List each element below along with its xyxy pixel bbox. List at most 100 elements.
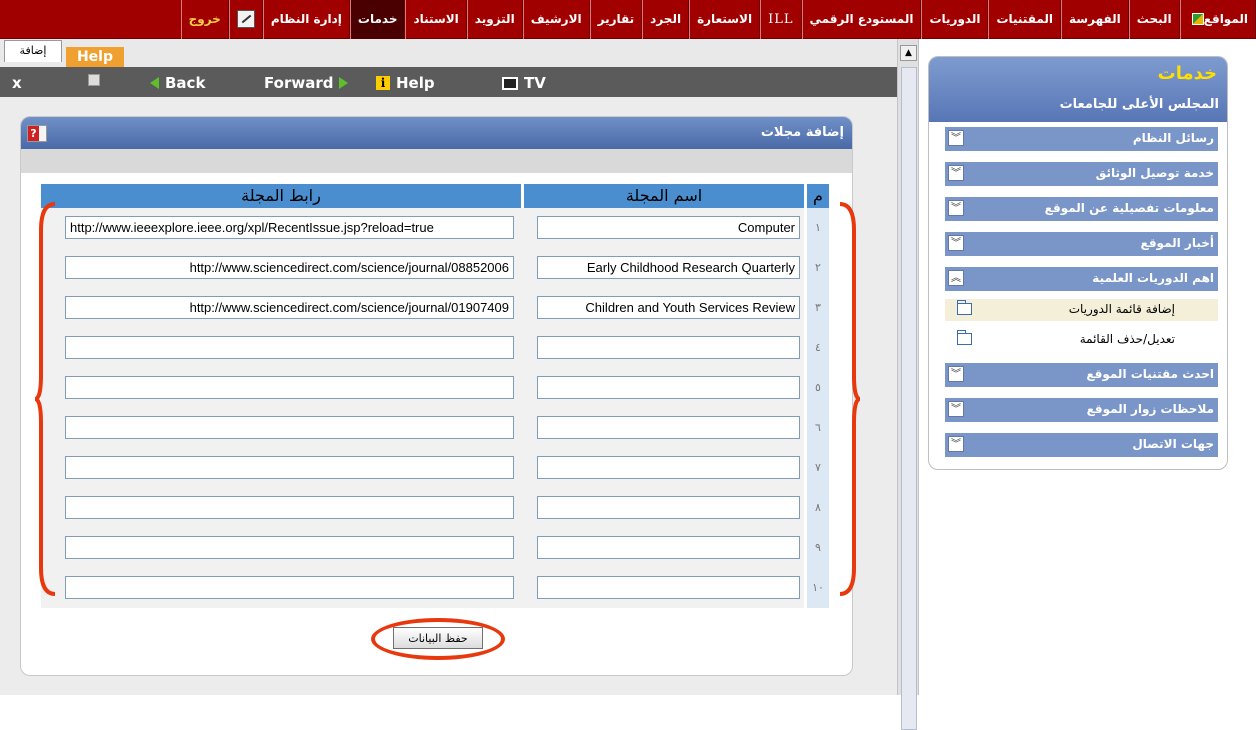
- tab-add[interactable]: إضافة: [4, 40, 62, 62]
- sidebar-section[interactable]: رسائل النظام ︾: [945, 127, 1218, 151]
- journal-url-input[interactable]: [65, 256, 514, 279]
- folder-icon: [957, 330, 972, 345]
- table-row: ٤: [41, 328, 829, 368]
- journal-url-input[interactable]: [65, 536, 514, 559]
- help-button[interactable]: i Help: [376, 74, 435, 92]
- row-number: ٢: [807, 248, 829, 288]
- forward-button[interactable]: Forward: [264, 74, 349, 92]
- sidebar-section[interactable]: ملاحظات زوار الموقع ︾: [945, 398, 1218, 422]
- tv-button[interactable]: TV: [502, 74, 546, 92]
- tab-strip: [0, 39, 897, 67]
- journal-name-input[interactable]: [537, 376, 800, 399]
- scrollbar-thumb[interactable]: [901, 67, 917, 730]
- nav-item-circulation[interactable]: الاستعارة: [689, 0, 761, 39]
- nav-label: الاستناد: [413, 12, 459, 26]
- nav-item-acquisitions[interactable]: المقتنيات: [988, 0, 1062, 39]
- print-button[interactable]: [88, 74, 100, 86]
- nav-item-sites[interactable]: المواقع: [1179, 0, 1256, 39]
- nav-item-exit[interactable]: خروج: [180, 0, 229, 39]
- tab-help[interactable]: Help: [66, 47, 124, 67]
- scroll-up-icon[interactable]: ▲: [900, 45, 917, 61]
- journal-url-input[interactable]: [65, 496, 514, 519]
- arrow-left-icon: [150, 77, 159, 89]
- save-data-button[interactable]: حفظ البيانات: [393, 627, 483, 649]
- nav-item-periodicals[interactable]: الدوريات: [921, 0, 989, 39]
- sidebar-section-label: رسائل النظام: [1132, 131, 1214, 145]
- nav-item-archive[interactable]: الارشيف: [522, 0, 590, 39]
- back-label: Back: [165, 74, 206, 92]
- chevron-down-icon[interactable]: ︾: [948, 200, 964, 216]
- nav-item-supply[interactable]: التزويد: [466, 0, 523, 39]
- nav-item-edit[interactable]: [228, 0, 263, 39]
- sidebar-section-label: احدث مقتنيات الموقع: [1086, 367, 1214, 381]
- sidebar-section[interactable]: معلومات تفصيلية عن الموقع ︾: [945, 197, 1218, 221]
- journal-name-input[interactable]: [537, 456, 800, 479]
- sidebar-subitem[interactable]: تعديل/حذف القائمة: [945, 329, 1218, 351]
- chevron-down-icon[interactable]: ︾: [948, 401, 964, 417]
- sidebar-section-label: خدمة توصيل الوثائق: [1095, 166, 1214, 180]
- chevron-up-icon[interactable]: ︽: [948, 270, 964, 286]
- journal-url-input[interactable]: [65, 216, 514, 239]
- nav-label: المستودع الرقمي: [809, 12, 914, 26]
- journal-name-input[interactable]: [537, 496, 800, 519]
- nav-label: إدارة النظام: [270, 12, 342, 26]
- chevron-down-icon[interactable]: ︾: [948, 235, 964, 251]
- sidebar-section-label: اهم الدوريات العلمية: [1092, 271, 1214, 285]
- chevron-down-icon[interactable]: ︾: [948, 130, 964, 146]
- nav-item-import[interactable]: الاستناد: [405, 0, 467, 39]
- column-header-url: رابط المجلة: [41, 184, 521, 208]
- table-row: ٣: [41, 288, 829, 328]
- nav-label: الدوريات: [929, 12, 981, 26]
- journal-url-input[interactable]: [65, 376, 514, 399]
- journal-url-input[interactable]: [65, 296, 514, 319]
- row-number: ٨: [807, 488, 829, 528]
- sidebar-subitem[interactable]: إضافة قائمة الدوريات: [945, 299, 1218, 321]
- journal-name-input[interactable]: [537, 336, 800, 359]
- nav-item-ill[interactable]: ILL: [760, 0, 802, 39]
- folder-icon: [957, 300, 972, 315]
- nav-label: المواقع: [1203, 12, 1248, 26]
- nav-item-system-admin[interactable]: إدارة النظام: [262, 0, 350, 39]
- nav-item-services[interactable]: خدمات: [349, 0, 406, 39]
- column-header-number: م: [807, 184, 829, 208]
- arrow-right-icon: [339, 77, 349, 89]
- row-number: ٩: [807, 528, 829, 568]
- back-button[interactable]: Back: [150, 74, 205, 92]
- sidebar-section[interactable]: احدث مقتنيات الموقع ︾: [945, 363, 1218, 387]
- chevron-down-icon[interactable]: ︾: [948, 366, 964, 382]
- journal-name-input[interactable]: [537, 536, 800, 559]
- help-icon[interactable]: ?: [27, 125, 47, 142]
- panel-title: إضافة مجلات: [760, 125, 844, 140]
- journal-url-input[interactable]: [65, 456, 514, 479]
- sidebar-subitem-label: إضافة قائمة الدوريات: [1068, 302, 1175, 316]
- journal-name-input[interactable]: [537, 416, 800, 439]
- table-row: ٢: [41, 248, 829, 288]
- nav-item-digital-repository[interactable]: المستودع الرقمي: [801, 0, 922, 39]
- chevron-down-icon[interactable]: ︾: [948, 165, 964, 181]
- sidebar-subitem-label: تعديل/حذف القائمة: [1079, 332, 1175, 346]
- journal-url-input[interactable]: [65, 576, 514, 599]
- vertical-scrollbar[interactable]: ▲: [897, 39, 919, 730]
- journal-name-input[interactable]: [537, 216, 800, 239]
- nav-item-cataloging[interactable]: الفهرسة: [1061, 0, 1129, 39]
- close-button[interactable]: x: [12, 74, 22, 92]
- row-number: ٤: [807, 328, 829, 368]
- nav-label: الاستعارة: [697, 12, 753, 26]
- journal-name-input[interactable]: [537, 296, 800, 319]
- table-row: ٦: [41, 408, 829, 448]
- sidebar-section[interactable]: جهات الاتصال ︾: [945, 433, 1218, 457]
- journal-url-input[interactable]: [65, 416, 514, 439]
- nav-item-inventory[interactable]: الجرد: [642, 0, 690, 39]
- sidebar-section[interactable]: اهم الدوريات العلمية ︽: [945, 267, 1218, 291]
- nav-label: الارشيف: [530, 12, 582, 26]
- journal-name-input[interactable]: [537, 576, 800, 599]
- journal-url-input[interactable]: [65, 336, 514, 359]
- sidebar-section[interactable]: خدمة توصيل الوثائق ︾: [945, 162, 1218, 186]
- nav-item-search[interactable]: البحث: [1128, 0, 1180, 39]
- printer-icon: [88, 74, 100, 86]
- chevron-down-icon[interactable]: ︾: [948, 436, 964, 452]
- journal-name-input[interactable]: [537, 256, 800, 279]
- sidebar-section[interactable]: أخبار الموقع ︾: [945, 232, 1218, 256]
- nav-item-reports[interactable]: تقارير: [589, 0, 643, 39]
- sidebar-section-label: جهات الاتصال: [1132, 437, 1214, 451]
